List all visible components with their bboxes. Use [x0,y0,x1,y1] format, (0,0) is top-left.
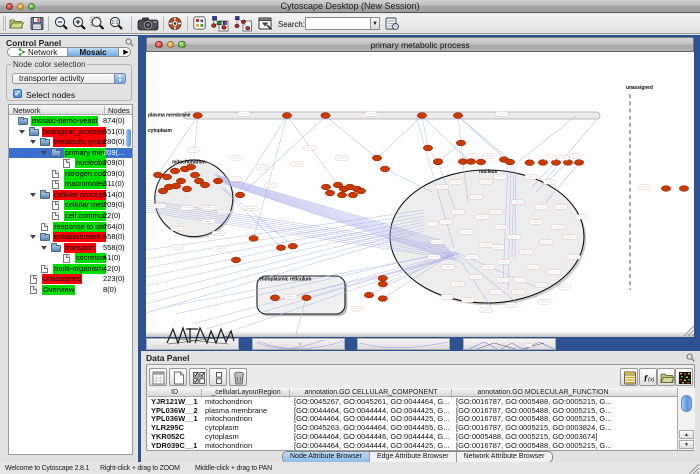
svg-text:unassigned: unassigned [626,85,653,91]
svg-text:(x): (x) [648,377,655,383]
svg-text:plasma membrane: plasma membrane [148,113,191,119]
svg-text:cytoplasm: cytoplasm [148,128,172,134]
svg-text:1:1: 1:1 [112,20,119,26]
svg-text:nucleus: nucleus [479,169,498,175]
svg-text:mitochondrion: mitochondrion [172,160,206,166]
svg-text:endoplasmic reticulum: endoplasmic reticulum [259,277,312,283]
